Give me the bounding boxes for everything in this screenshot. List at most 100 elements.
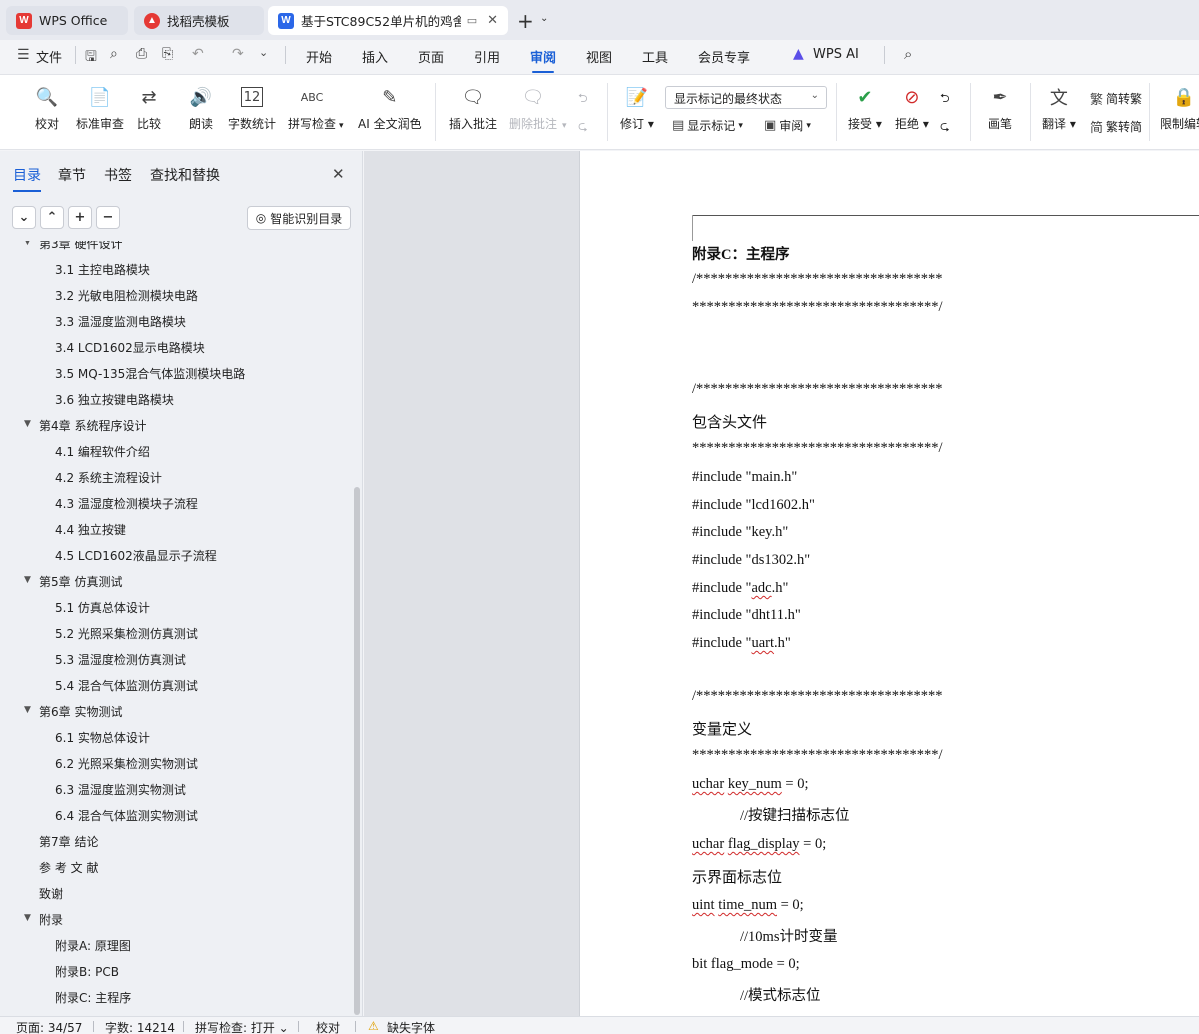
close-icon[interactable]: ✕ — [332, 165, 345, 183]
toc-item[interactable]: 附录C: 主程序 — [55, 989, 131, 1006]
toc-item[interactable]: 第3章 硬件设计 — [39, 241, 122, 252]
toc-item[interactable]: 3.1 主控电路模块 — [55, 261, 150, 278]
menu-page[interactable]: 页面 — [418, 47, 444, 66]
ai-polish-button[interactable]: ✎ AI 全文润色 — [358, 83, 422, 132]
next-comment-icon[interactable]: ⮎ — [578, 117, 588, 138]
toc-item[interactable]: 第4章 系统程序设计 — [39, 417, 146, 434]
print-icon[interactable]: ⎙ — [136, 46, 147, 62]
collapse-up-button[interactable]: ⌃ — [40, 206, 64, 229]
toc-item[interactable]: 3.5 MQ-135混合气体监测模块电路 — [55, 365, 245, 382]
search-icon[interactable]: ⌕ — [904, 45, 912, 63]
toc-item[interactable]: 4.4 独立按键 — [55, 521, 126, 538]
tab-daoke-templates[interactable]: ▲ 找稻壳模板 — [134, 6, 264, 35]
monitor-icon[interactable]: ▭ — [467, 14, 477, 27]
insert-comment-button[interactable]: 🗨 插入批注 — [449, 83, 497, 132]
toc-item[interactable]: 第7章 结论 — [39, 833, 98, 850]
expand-caret-icon[interactable]: ▼ — [24, 705, 31, 715]
toc-item[interactable]: 4.5 LCD1602液晶显示子流程 — [55, 547, 217, 564]
remove-heading-button[interactable]: − — [96, 206, 120, 229]
toc-item[interactable]: 3.4 LCD1602显示电路模块 — [55, 339, 205, 356]
print-preview-icon[interactable]: ⎘ — [162, 46, 173, 62]
accept-button[interactable]: ✔ 接受 ▾ — [848, 83, 882, 132]
toc-item[interactable]: 附录A: 原理图 — [55, 937, 131, 954]
menu-review[interactable]: 审阅 — [530, 47, 556, 73]
hamburger-icon[interactable]: ☰ — [17, 47, 30, 63]
toc-item[interactable]: 3.6 独立按键电路模块 — [55, 391, 174, 408]
show-markup-button[interactable]: ▤ 显示标记 ▾ — [672, 117, 743, 134]
spell-check-button[interactable]: ABC 拼写检查 — [288, 83, 336, 132]
export-icon[interactable]: ⌕ — [110, 46, 118, 62]
menu-membership[interactable]: 会员专享 — [698, 47, 750, 66]
menu-references[interactable]: 引用 — [474, 47, 500, 66]
previous-change-icon[interactable]: ⮌ — [940, 89, 950, 110]
delete-comment-button[interactable]: 🗨 删除批注 — [509, 83, 557, 132]
simplified-to-traditional-button[interactable]: 繁 简转繁 — [1090, 89, 1142, 108]
chevron-down-icon[interactable]: ▾ — [562, 121, 567, 131]
traditional-to-simplified-button[interactable]: 简 繁转简 — [1090, 117, 1142, 136]
toc-item[interactable]: 6.4 混合气体监测实物测试 — [55, 807, 198, 824]
scrollbar-thumb[interactable] — [354, 487, 360, 1015]
expand-caret-icon[interactable]: ▼ — [24, 575, 31, 585]
toc-item[interactable]: 5.2 光照采集检测仿真测试 — [55, 625, 198, 642]
toc-item[interactable]: 参 考 文 献 — [39, 859, 98, 876]
collapse-down-button[interactable]: ⌄ — [12, 206, 36, 229]
pen-button[interactable]: ✒ 画笔 — [986, 83, 1014, 132]
document-page[interactable]: 附录C：主程序 /********************************… — [579, 151, 1199, 1016]
word-count-indicator[interactable]: 字数: 14214 — [105, 1019, 175, 1034]
menu-home[interactable]: 开始 — [306, 47, 332, 66]
smart-toc-button[interactable]: ◎ 智能识别目录 — [247, 206, 351, 230]
toc-item[interactable]: 6.3 温湿度监测实物测试 — [55, 781, 186, 798]
toc-item[interactable]: 5.4 混合气体监测仿真测试 — [55, 677, 198, 694]
page-indicator[interactable]: 页面: 34/57 — [16, 1019, 82, 1034]
markup-mode-select[interactable]: 显示标记的最终状态 ⌄ — [665, 86, 827, 109]
missing-font-status[interactable]: 缺失字体 — [387, 1019, 435, 1034]
track-changes-button[interactable]: 📝 修订 ▾ — [620, 83, 654, 132]
tab-find-replace[interactable]: 查找和替换 — [150, 165, 220, 185]
tab-chapters[interactable]: 章节 — [58, 165, 86, 185]
expand-caret-icon[interactable]: ▼ — [24, 419, 31, 429]
toc-item[interactable]: 5.3 温湿度检测仿真测试 — [55, 651, 186, 668]
menu-tools[interactable]: 工具 — [642, 47, 668, 66]
next-change-icon[interactable]: ⮎ — [940, 117, 950, 138]
previous-comment-icon[interactable]: ⮌ — [578, 89, 588, 110]
toc-item[interactable]: 4.1 编程软件介绍 — [55, 443, 150, 460]
tab-wps-office[interactable]: W WPS Office — [6, 6, 128, 35]
toc-item[interactable]: 附录B: PCB — [55, 963, 119, 980]
toc-item[interactable]: 致谢 — [39, 885, 63, 902]
chevron-down-icon[interactable]: ⌄ — [259, 46, 268, 59]
proofread-button[interactable]: 🔍 校对 — [33, 83, 61, 132]
restrict-edit-button[interactable]: 🔒 限制编辑 — [1160, 83, 1199, 132]
compare-button[interactable]: ⇄ 比较 — [135, 83, 163, 132]
add-heading-button[interactable]: + — [68, 206, 92, 229]
menu-view[interactable]: 视图 — [586, 47, 612, 66]
menu-file[interactable]: 文件 — [36, 47, 62, 66]
toc-item[interactable]: 5.1 仿真总体设计 — [55, 599, 150, 616]
new-tab-icon[interactable]: + — [517, 9, 534, 33]
toc-item[interactable]: 第6章 实物测试 — [39, 703, 122, 720]
redo-icon[interactable]: ↷ — [232, 46, 244, 62]
toc-item[interactable]: 3.2 光敏电阻检测模块电路 — [55, 287, 198, 304]
translate-button[interactable]: 文 翻译 ▾ — [1042, 83, 1076, 132]
toc-item[interactable]: 4.2 系统主流程设计 — [55, 469, 162, 486]
chevron-down-icon[interactable]: ▾ — [339, 121, 344, 131]
read-aloud-button[interactable]: 🔊 朗读 — [187, 83, 215, 132]
close-icon[interactable]: ✕ — [487, 13, 498, 28]
expand-caret-icon[interactable]: ▼ — [24, 913, 31, 923]
toc-item[interactable]: 3.3 温湿度监测电路模块 — [55, 313, 186, 330]
expand-caret-icon[interactable]: ▼ — [24, 241, 31, 247]
tab-document[interactable]: W 基于STC89C52单片机的鸡舍环 ▭ ✕ — [268, 6, 508, 35]
menu-insert[interactable]: 插入 — [362, 47, 388, 66]
undo-icon[interactable]: ↶ — [192, 46, 204, 62]
menu-wps-ai[interactable]: WPS AI — [813, 47, 859, 62]
standard-review-button[interactable]: 📄 标准审查 — [76, 83, 124, 132]
proofread-status[interactable]: 校对 — [316, 1019, 340, 1034]
toc-item[interactable]: 6.1 实物总体设计 — [55, 729, 150, 746]
review-pane-button[interactable]: ▣ 审阅 ▾ — [764, 117, 811, 134]
chevron-down-icon[interactable]: ⌄ — [540, 13, 548, 24]
toc-item[interactable]: 第5章 仿真测试 — [39, 573, 122, 590]
save-icon[interactable]: 🖫 — [85, 46, 97, 70]
toc-item[interactable]: 6.2 光照采集检测实物测试 — [55, 755, 198, 772]
spell-check-status[interactable]: 拼写检查: 打开 ⌄ — [195, 1019, 289, 1034]
tab-bookmarks[interactable]: 书签 — [104, 165, 132, 185]
word-count-button[interactable]: 12 字数统计 — [228, 83, 276, 132]
